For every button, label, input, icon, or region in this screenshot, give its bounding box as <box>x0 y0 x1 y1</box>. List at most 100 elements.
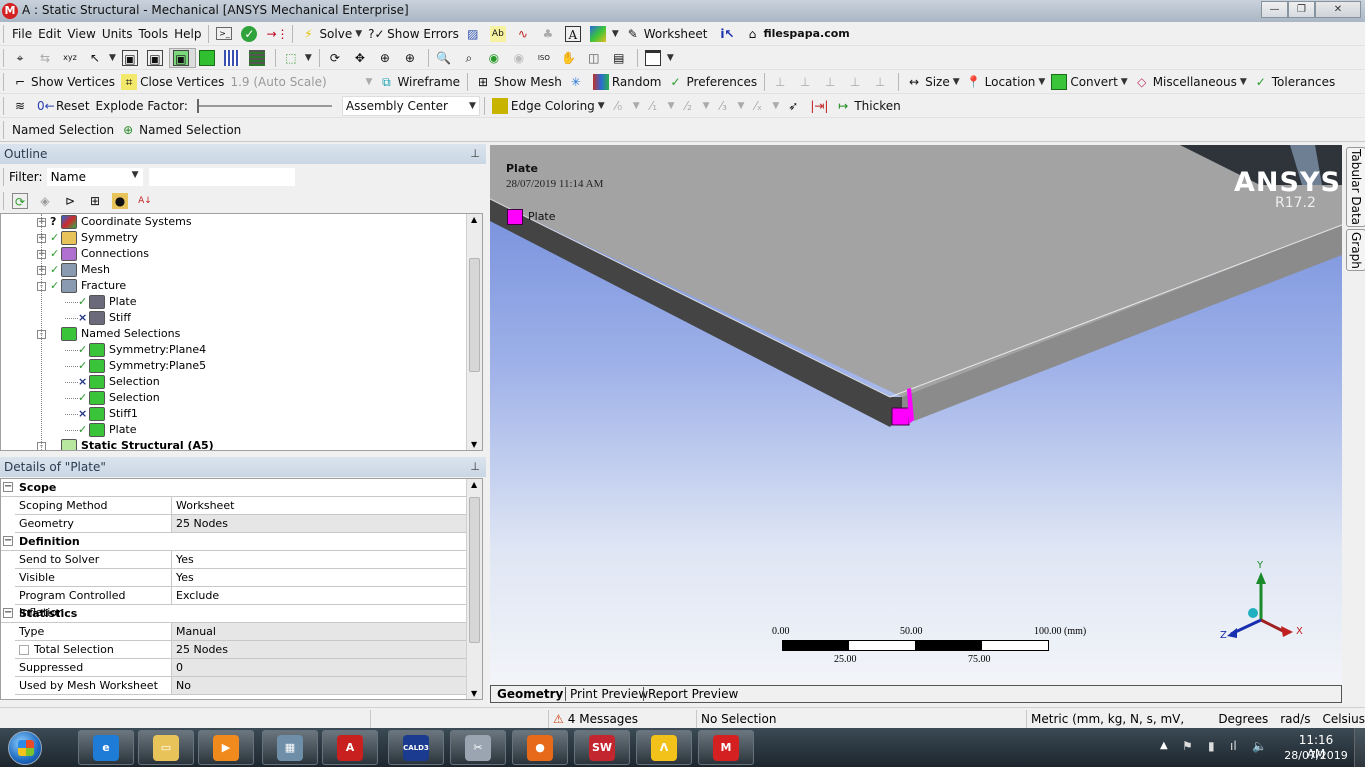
collapse-icon[interactable]: − <box>3 608 13 618</box>
tree-item[interactable]: ✓ Symmetry:Plane4 <box>65 342 206 358</box>
edge-tool-5[interactable]: ⊥ <box>869 72 894 92</box>
edge-display-x[interactable]: ⁄ₓ ▼ <box>747 96 782 116</box>
ruler-button[interactable]: ▤ <box>608 48 633 68</box>
selected-nodes-marker[interactable] <box>891 407 910 426</box>
select-edge-button[interactable]: ▣ <box>144 48 169 68</box>
tree-item[interactable]: + ✓ Connections <box>37 246 149 262</box>
unit-system[interactable]: Metric (mm, kg, N, s, mV, mA) <box>1031 710 1206 744</box>
menu-help[interactable]: Help <box>171 24 204 44</box>
create-named-selection-button[interactable]: ⊕ Named Selection <box>117 120 244 140</box>
label-button[interactable]: ⇆ <box>34 48 59 68</box>
edge-direction-button[interactable]: ➶ <box>782 96 807 116</box>
box-zoom-button[interactable]: ⊕ <box>399 48 424 68</box>
random-colors-axes-button[interactable]: ✳ <box>565 72 590 92</box>
parallel-button[interactable]: →⋮ <box>263 24 288 44</box>
network-signal-icon[interactable]: ıl <box>1230 739 1237 753</box>
chevron-down-icon[interactable]: ▼ <box>355 29 362 39</box>
messages-button[interactable]: ⚠ 4 Messages <box>548 710 696 728</box>
scroll-thumb[interactable] <box>469 258 480 372</box>
vertex-scale-select[interactable]: 1.9 (Auto Scale) ▼ <box>227 72 375 92</box>
next-view-button[interactable]: ◉ <box>508 48 533 68</box>
reset-button[interactable]: 0← Reset <box>34 96 93 116</box>
location-menu[interactable]: 📍 Location ▼ <box>963 72 1049 92</box>
chevron-down-icon[interactable]: ▼ <box>366 77 373 87</box>
edge-tool-3[interactable]: ⊥ <box>819 72 844 92</box>
taskbar-app-snipping-tool[interactable]: ✂ <box>450 730 506 765</box>
new-chart-button[interactable]: ∿ <box>512 24 537 44</box>
chevron-down-icon[interactable]: ▼ <box>612 29 619 39</box>
details-row[interactable]: Scoping Method Worksheet <box>15 497 467 515</box>
filter-search-input[interactable] <box>148 168 295 186</box>
select-vertex-button[interactable]: ▣ <box>119 48 144 68</box>
iso-view-button[interactable]: ISO <box>533 48 558 68</box>
tree-item[interactable]: ✓ Plate <box>65 422 137 438</box>
collapse-icon[interactable]: − <box>3 482 13 492</box>
outline-scrollbar[interactable]: ▲ ▼ <box>466 214 482 450</box>
chevron-down-icon[interactable]: ▼ <box>305 53 312 63</box>
menu-tools[interactable]: Tools <box>136 24 172 44</box>
convert-menu[interactable]: Convert ▼ <box>1048 72 1130 92</box>
axis-triad[interactable] <box>1215 560 1325 645</box>
tree-item[interactable]: + ✓ Symmetry <box>37 230 138 246</box>
view-box-button[interactable]: ◫ <box>583 48 608 68</box>
details-group-header[interactable]: − Scope <box>1 479 467 497</box>
clock-date[interactable]: 28/07/2019 <box>1284 749 1348 762</box>
details-scrollbar[interactable]: ▲ ▼ <box>466 479 482 699</box>
slider-handle[interactable] <box>196 98 199 113</box>
hit-point-button[interactable]: ⌖ <box>9 48 34 68</box>
chevron-down-icon[interactable]: ▼ <box>109 53 116 63</box>
select-face-button[interactable]: ▣ <box>168 47 196 68</box>
annotation-button[interactable]: Ab <box>487 24 512 44</box>
close-button[interactable]: ✕ <box>1315 1 1361 18</box>
edge-tool-4[interactable]: ⊥ <box>844 72 869 92</box>
rotational-velocity-unit[interactable]: rad/s <box>1280 710 1310 728</box>
action-center-flag-icon[interactable]: ⚑ <box>1182 739 1193 753</box>
tree-item[interactable]: - ✓ Fracture <box>37 278 126 294</box>
graphics-viewport[interactable]: Plate 28/07/2019 11:14 AM Plate ANSYS R1… <box>490 145 1342 685</box>
tree-item[interactable]: × Stiff1 <box>65 406 138 422</box>
menu-view[interactable]: View <box>64 24 98 44</box>
assembly-center-select[interactable]: Assembly Center ▼ <box>341 95 480 116</box>
volume-icon[interactable]: 🔈 <box>1252 739 1267 753</box>
taskbar-app-mechanical[interactable]: M <box>698 730 754 765</box>
extend-selection-button[interactable]: ⬚ ▼ <box>280 48 315 68</box>
expand-all-button[interactable]: ⊞ <box>84 191 109 211</box>
worksheet-button[interactable]: ✎ Worksheet <box>622 24 711 44</box>
chevron-down-icon[interactable]: ▼ <box>469 101 476 111</box>
menu-units[interactable]: Units <box>99 24 136 44</box>
tab-graph[interactable]: Graph <box>1346 229 1365 271</box>
toolbar-grip[interactable] <box>3 72 6 91</box>
taskbar-app-firefox[interactable]: ● <box>512 730 568 765</box>
select-mode-button[interactable]: ↖ ▼ <box>84 48 119 68</box>
taskbar-app-internet-explorer[interactable]: e <box>78 730 134 765</box>
refresh-tree-button[interactable]: ⟳ <box>9 191 34 211</box>
solve-button[interactable]: ⚡ Solve ▼ <box>297 24 365 44</box>
size-menu[interactable]: ↔ Size ▼ <box>903 72 963 92</box>
battery-icon[interactable]: ▮ <box>1208 739 1215 753</box>
miscellaneous-menu[interactable]: ◇ Miscellaneous ▼ <box>1131 72 1250 92</box>
random-colors-button[interactable]: Random <box>590 72 665 92</box>
taskbar-app-ansys-workbench[interactable]: Λ <box>636 730 692 765</box>
details-row[interactable]: Geometry 25 Nodes <box>15 515 467 533</box>
details-row[interactable]: Suppressed 0 <box>15 659 467 677</box>
edge-tool-1[interactable]: ⊥ <box>769 72 794 92</box>
new-section-plane-button[interactable]: ▨ <box>462 24 487 44</box>
magnifier-button[interactable]: ⌕ <box>458 48 483 68</box>
taskbar-app-solidworks-2016[interactable]: SW <box>574 730 630 765</box>
toolbar-grip[interactable] <box>3 24 6 43</box>
tab-geometry[interactable]: Geometry <box>497 687 563 701</box>
details-group-header[interactable]: − Definition <box>1 533 467 551</box>
chevron-down-icon[interactable]: ▼ <box>953 77 960 87</box>
start-button[interactable] <box>8 731 42 765</box>
edge-display-1[interactable]: ⁄₁ ▼ <box>643 96 678 116</box>
check-mesh-button[interactable]: ✓ <box>238 24 263 44</box>
close-vertices-button[interactable]: ⌗ Close Vertices <box>118 72 227 92</box>
previous-view-button[interactable]: ◉ <box>483 48 508 68</box>
pin-icon[interactable]: ⊥ <box>470 457 480 477</box>
scroll-up-icon[interactable]: ▲ <box>471 215 477 224</box>
chevron-down-icon[interactable]: ▼ <box>598 101 605 111</box>
set-view-button[interactable]: ✋ <box>558 48 583 68</box>
select-node-button[interactable] <box>221 48 246 68</box>
details-row-value[interactable]: Yes <box>172 569 467 586</box>
details-group-header[interactable]: − Statistics <box>1 605 467 623</box>
